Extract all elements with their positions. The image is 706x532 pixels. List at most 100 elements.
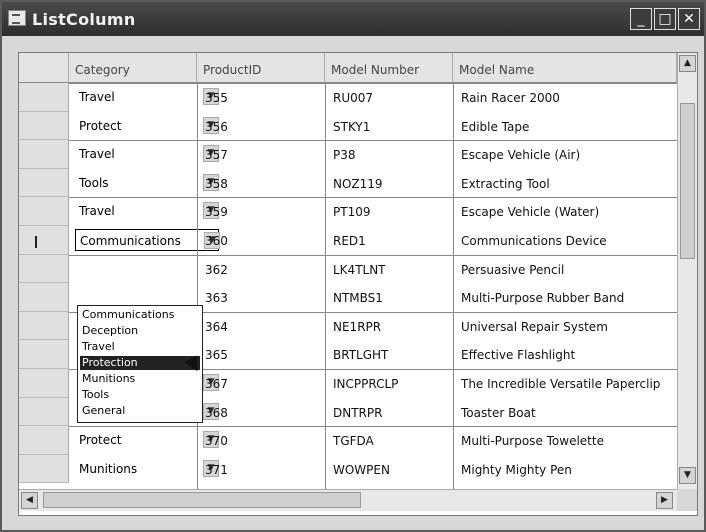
row-selector[interactable] xyxy=(19,197,69,226)
product-id-cell[interactable]: 370 xyxy=(205,434,321,448)
category-value: Communications xyxy=(80,234,181,248)
scroll-left-button[interactable]: ◀ xyxy=(21,492,38,509)
header-productid[interactable]: ProductID xyxy=(197,53,325,83)
scroll-up-button[interactable]: ▲ xyxy=(679,55,696,72)
scroll-right-button[interactable]: ▶ xyxy=(656,492,673,509)
group-divider xyxy=(69,254,677,256)
model-number-cell[interactable]: P38 xyxy=(333,148,449,162)
header-model-number[interactable]: Model Number xyxy=(325,53,453,83)
model-name-cell[interactable]: Multi-Purpose Towelette xyxy=(461,434,673,448)
model-name-cell[interactable]: Toaster Boat xyxy=(461,406,673,420)
product-id-cell[interactable]: 358 xyxy=(205,177,321,191)
category-dropdown-list[interactable]: Communications Deception Travel Protection M… xyxy=(77,305,203,423)
header-category[interactable]: Category xyxy=(69,53,197,83)
model-number-cell[interactable]: NTMBS1 xyxy=(333,291,449,305)
group-divider xyxy=(69,83,677,84)
header-model-name[interactable]: Model Name xyxy=(453,53,677,83)
row-selector[interactable] xyxy=(19,340,69,369)
dropdown-option[interactable]: Communications xyxy=(80,308,200,322)
maximize-button[interactable]: □ xyxy=(654,8,676,30)
model-number-cell[interactable]: PT109 xyxy=(333,205,449,219)
category-value: Travel xyxy=(79,90,115,104)
app-icon xyxy=(8,10,26,26)
product-id-cell[interactable]: 362 xyxy=(205,263,321,277)
model-name-cell[interactable]: Rain Racer 2000 xyxy=(461,91,673,105)
dropdown-option[interactable]: Munitions xyxy=(80,372,200,386)
model-name-cell[interactable]: Escape Vehicle (Water) xyxy=(461,205,673,219)
row-selector[interactable] xyxy=(19,426,69,455)
row-selector[interactable] xyxy=(19,168,69,198)
model-number-cell[interactable]: DNTRPR xyxy=(333,406,449,420)
product-id-cell[interactable]: 368 xyxy=(205,406,321,420)
vertical-scrollbar[interactable]: ▲ ▼ xyxy=(677,53,697,489)
dropdown-option[interactable]: Tools xyxy=(80,388,200,402)
product-id-cell[interactable]: 367 xyxy=(205,377,321,391)
row-selector[interactable] xyxy=(19,283,69,312)
list-view: Category ProductID Model Number Model Na… xyxy=(18,52,698,516)
window-title: ListColumn xyxy=(32,10,136,29)
model-number-cell[interactable]: WOWPEN xyxy=(333,463,449,477)
model-number-cell[interactable]: LK4TLNT xyxy=(333,263,449,277)
product-id-cell[interactable]: 365 xyxy=(205,348,321,362)
category-value: Protect xyxy=(79,118,122,133)
model-name-cell[interactable]: Effective Flashlight xyxy=(461,348,673,362)
row-selector[interactable] xyxy=(19,140,69,169)
category-value: Travel xyxy=(79,204,115,219)
model-name-cell[interactable]: Mighty Mighty Pen xyxy=(461,463,673,477)
group-divider xyxy=(69,140,677,142)
vertical-scroll-thumb[interactable] xyxy=(680,103,695,259)
product-id-cell[interactable]: 359 xyxy=(205,205,321,219)
product-id-cell[interactable]: 364 xyxy=(205,320,321,334)
product-id-cell[interactable]: 363 xyxy=(205,291,321,305)
column-divider xyxy=(325,83,326,489)
product-id-cell[interactable]: 357 xyxy=(205,148,321,162)
row-selector[interactable] xyxy=(19,397,69,427)
model-name-cell[interactable]: Communications Device xyxy=(461,234,673,248)
model-number-cell[interactable]: NOZ119 xyxy=(333,177,449,191)
scroll-down-button[interactable]: ▼ xyxy=(679,467,696,484)
model-name-cell[interactable]: Edible Tape xyxy=(461,120,673,134)
product-id-cell[interactable]: 356 xyxy=(205,120,321,134)
model-number-cell[interactable]: NE1RPR xyxy=(333,320,449,334)
dropdown-option[interactable]: Travel xyxy=(80,340,200,354)
model-number-cell[interactable]: BRTLGHT xyxy=(333,348,449,362)
title-bar: ListColumn _ □ ✕ xyxy=(2,2,704,36)
product-id-cell[interactable]: 355 xyxy=(205,91,321,105)
model-number-cell[interactable]: STKY1 xyxy=(333,120,449,134)
product-id-cell[interactable]: 360 xyxy=(205,234,321,248)
horizontal-scrollbar[interactable]: ◀ ▶ xyxy=(19,489,677,511)
dropdown-option[interactable]: Deception xyxy=(80,324,200,338)
close-button[interactable]: ✕ xyxy=(678,8,700,30)
row-selector[interactable] xyxy=(19,111,69,141)
column-divider xyxy=(453,83,454,489)
row-selector[interactable] xyxy=(19,226,69,255)
model-number-cell[interactable]: RED1 xyxy=(333,234,449,248)
model-number-cell[interactable]: TGFDA xyxy=(333,434,449,448)
row-selector[interactable] xyxy=(19,254,69,284)
row-selector[interactable] xyxy=(19,454,69,484)
group-divider xyxy=(69,197,677,199)
category-value: Tools xyxy=(79,175,109,190)
horizontal-scroll-thumb[interactable] xyxy=(43,492,361,508)
row-selector[interactable] xyxy=(19,369,69,398)
row-selector[interactable] xyxy=(19,83,69,112)
model-name-cell[interactable]: Universal Repair System xyxy=(461,320,673,334)
category-value: Munitions xyxy=(79,461,138,476)
dropdown-option[interactable]: General xyxy=(80,404,200,418)
dropdown-option[interactable]: Protection xyxy=(80,356,200,370)
model-name-cell[interactable]: The Incredible Versatile Paperclip xyxy=(461,377,673,391)
model-name-cell[interactable]: Escape Vehicle (Air) xyxy=(461,148,673,162)
current-row-marker xyxy=(35,236,37,248)
model-number-cell[interactable]: INCPPRCLP xyxy=(333,377,449,391)
minimize-button[interactable]: _ xyxy=(630,8,652,30)
header-corner xyxy=(19,53,69,83)
model-number-cell[interactable]: RU007 xyxy=(333,91,449,105)
column-divider xyxy=(197,83,198,489)
model-name-cell[interactable]: Extracting Tool xyxy=(461,177,673,191)
data-grid: Category ProductID Model Number Model Na… xyxy=(19,53,677,489)
product-id-cell[interactable]: 371 xyxy=(205,463,321,477)
category-value: Protect xyxy=(79,433,122,448)
model-name-cell[interactable]: Persuasive Pencil xyxy=(461,263,673,277)
row-selector[interactable] xyxy=(19,311,69,341)
model-name-cell[interactable]: Multi-Purpose Rubber Band xyxy=(461,291,673,305)
